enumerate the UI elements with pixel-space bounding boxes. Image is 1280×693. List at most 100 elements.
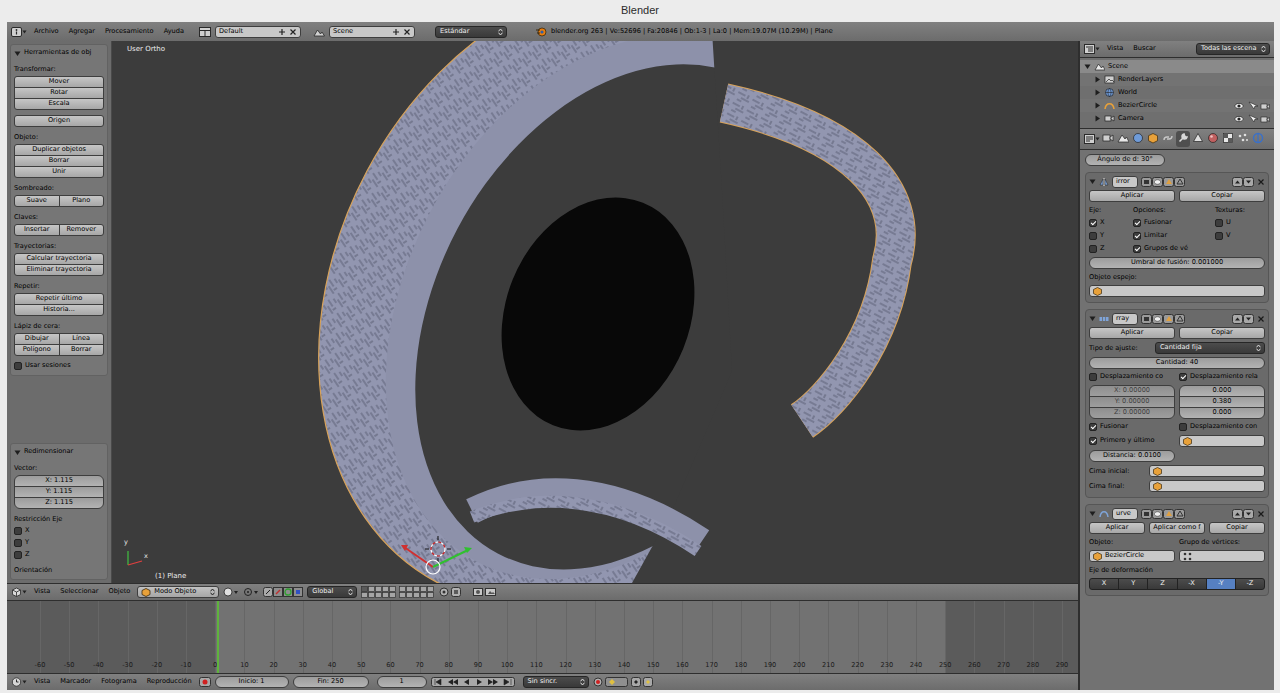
scene-selector[interactable]: Scene [313,26,415,38]
menu-item[interactable]: Vista [1104,45,1126,53]
outliner-item-label[interactable]: RenderLayers [1118,76,1270,84]
move-up-down-icon[interactable] [1232,314,1254,324]
checkbox[interactable] [1133,232,1141,240]
menu-item[interactable]: Reproducción [144,678,195,686]
checkbox[interactable] [1089,245,1097,253]
modifier-button[interactable]: Aplicar [1089,327,1175,339]
outliner-row[interactable]: RenderLayers [1080,73,1274,86]
shading-solid-icon[interactable] [223,587,239,597]
menu-item[interactable]: Seleccionar [57,588,101,596]
modifier-button[interactable]: Aplicar [1089,522,1145,534]
object-icon[interactable] [1093,552,1102,561]
modifier-toggles-icon[interactable] [1141,314,1185,324]
scene-icon[interactable] [313,27,325,37]
tool-button[interactable]: Insertar [14,224,60,236]
properties-editor-icon[interactable] [1084,134,1095,144]
checkbox[interactable] [1179,423,1187,431]
axis-button[interactable]: -Z [1235,578,1265,590]
cap-object-field[interactable] [1149,465,1265,477]
expand-triangle-icon[interactable] [14,50,21,57]
close-icon[interactable] [1257,510,1265,518]
3d-view-editor-icon-selector[interactable] [11,587,27,597]
move-up-down-icon[interactable] [1232,509,1254,519]
scene-tab-icon[interactable] [1117,132,1129,144]
properties-tab[interactable] [1131,131,1145,148]
checkbox[interactable] [1215,232,1223,240]
properties-editor-icon-selector[interactable] [1084,134,1100,144]
modifier-button[interactable]: Aplicar [1089,190,1175,202]
render-engine-dropdown[interactable]: Estándar [435,26,507,38]
option-checkbox[interactable]: Usar sesiones [14,361,104,371]
modifier-name-field[interactable]: irror [1112,176,1138,188]
modifier-toggles-icon[interactable] [1141,509,1185,519]
option-checkbox[interactable]: Y [1089,231,1129,241]
checkbox[interactable] [1089,373,1097,381]
curve-object-field[interactable]: BezierCircle [1089,550,1175,562]
fit-type-dropdown[interactable]: Cantidad fija [1155,342,1265,354]
menu-item[interactable]: Ayuda [161,28,187,36]
properties-tab[interactable] [1236,131,1250,148]
axis-button[interactable]: -Y [1206,578,1236,590]
proportional-edit-icon[interactable] [439,587,469,597]
editor-menu-arrow-icon[interactable] [1095,137,1100,141]
cap-object-field[interactable] [1149,480,1265,492]
outliner-row[interactable]: Camera [1080,112,1274,125]
checkbox[interactable] [1089,437,1097,445]
angle-field[interactable]: Ángulo de d: 30° [1085,154,1165,166]
tool-button[interactable]: Eliminar trayectoria [14,264,104,276]
expand-triangle-icon[interactable] [1089,178,1096,185]
tool-button[interactable]: Borrar [59,344,105,356]
menu-item[interactable]: Vista [31,588,53,596]
mode-dropdown[interactable]: Modo Objeto [137,586,219,598]
axis-button[interactable]: Y [1118,578,1148,590]
screen-field[interactable]: Default [215,26,301,38]
render-engine[interactable]: Estándar [440,28,469,36]
dropdown-arrows-icon[interactable] [1256,344,1261,352]
menu-item[interactable]: Buscar [1130,45,1159,53]
expand-triangle-icon[interactable] [1094,89,1101,96]
menu-item[interactable]: Fotograma [98,678,140,686]
outliner-row[interactable]: World [1080,86,1274,99]
panel-header[interactable]: Herramientas de obj [14,47,104,59]
current-frame-field[interactable]: 1 [377,676,427,688]
vertex-group-icon[interactable] [1183,552,1192,561]
editor-menu-arrow-icon[interactable] [22,680,27,684]
close-icon[interactable] [403,28,411,36]
outliner-row[interactable]: Scene [1080,60,1274,73]
outliner-item-label[interactable]: BezierCircle [1118,102,1231,110]
constraints-tab-icon[interactable] [1162,132,1174,144]
offset-checkbox[interactable]: Desplazamiento co [1089,372,1175,382]
merge-limit-field[interactable]: Umbral de fusión: 0.001000 [1089,257,1265,269]
screen-name[interactable]: Default [219,28,275,36]
checkbox[interactable] [14,539,22,547]
outliner-row[interactable]: BezierCircle [1080,99,1274,112]
menu-item[interactable]: Vista [31,678,53,686]
merge-distance-field[interactable]: Distancia: 0.0100 [1089,450,1175,462]
render-tab-icon[interactable] [1102,132,1114,144]
timeline-editor-icon[interactable] [11,677,22,687]
expand-triangle-icon[interactable] [1094,115,1101,122]
offset-object-field[interactable] [1179,435,1265,447]
modifier-toggles-icon[interactable] [1141,177,1185,187]
scene-name[interactable]: Scene [333,28,389,36]
scene-field[interactable]: Scene [329,26,415,38]
sync-mode[interactable]: Sin sincr. [528,678,558,686]
tool-button[interactable]: Suave [14,195,60,207]
expand-triangle-icon[interactable] [1089,315,1096,322]
texture-tab-icon[interactable] [1222,132,1234,144]
visibility-icon[interactable] [1234,114,1270,124]
menu-item[interactable]: Archivo [31,28,62,36]
checkbox[interactable] [1215,219,1223,227]
world-tab-icon[interactable] [1132,132,1144,144]
properties-tab[interactable] [1146,131,1160,148]
count-field[interactable]: Cantidad: 40 [1089,357,1265,369]
option-checkbox[interactable]: Z [1089,244,1129,254]
object-mode-icon[interactable] [141,588,151,597]
editor-menu-arrow-icon[interactable] [22,30,27,34]
properties-tab[interactable] [1251,131,1265,148]
modifier-button[interactable]: Aplicar como f [1149,522,1205,534]
display-filter[interactable]: Todas las escena [1201,45,1257,53]
axis-checkbox[interactable]: X [14,526,104,536]
particles-tab-icon[interactable] [1237,132,1249,144]
outliner-item-label[interactable]: World [1118,89,1270,97]
